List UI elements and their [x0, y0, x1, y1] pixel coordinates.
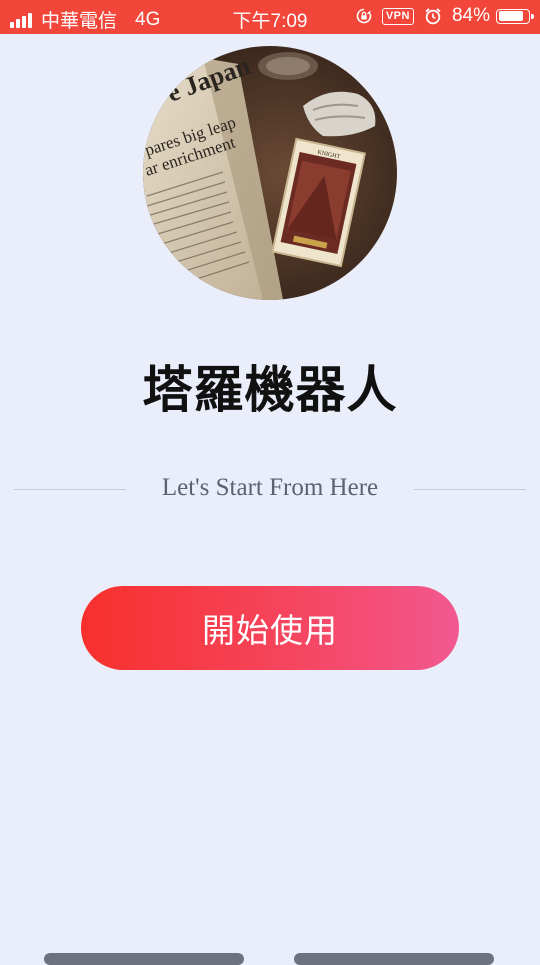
status-right: VPN 84% [356, 5, 534, 27]
battery-percent: 84% [451, 5, 490, 26]
tagline: Let's Start From Here [161, 474, 379, 501]
tagline-row: Let's Start From Here [0, 470, 540, 508]
vpn-icon: VPN [381, 7, 414, 25]
app-title: 塔羅機器人 [142, 361, 398, 419]
battery-level [498, 11, 523, 21]
divider-right [414, 489, 526, 490]
tarot-photo-illustration: e Japan pares big leap ar enrichment KNI… [143, 46, 397, 300]
battery-icon [496, 8, 534, 24]
alarm-icon [425, 8, 441, 25]
bottom-element-left [44, 953, 244, 965]
start-button[interactable]: 開始使用 [81, 586, 459, 670]
rotation-lock-icon [356, 8, 372, 24]
tarot-photo: e Japan pares big leap ar enrichment KNI… [143, 46, 397, 300]
status-bar: 中華電信 4G 下午7:09 VPN 84% [0, 0, 540, 34]
bottom-element-right [294, 953, 494, 965]
